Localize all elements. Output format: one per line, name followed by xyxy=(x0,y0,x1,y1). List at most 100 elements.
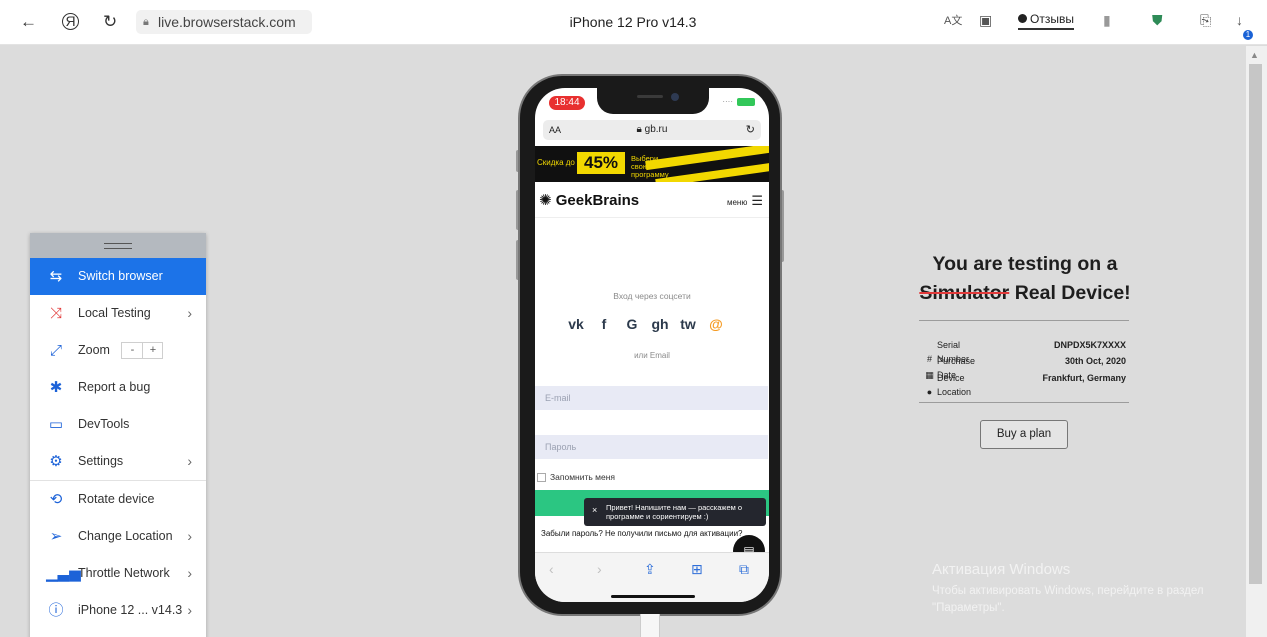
banner-text: Скидка до xyxy=(537,158,575,167)
purchase-date-row: ▦Purchase Date 30th Oct, 2020 xyxy=(922,354,1128,380)
github-icon[interactable]: gh xyxy=(646,316,674,332)
drag-handle-icon xyxy=(104,243,132,249)
switch-browser-button[interactable]: ⇆ Switch browser xyxy=(30,258,206,295)
serial-row: #Serial Number DNPDX5K7XXXX xyxy=(922,338,1128,364)
hamburger-icon: ☰ xyxy=(751,193,763,208)
facebook-icon[interactable]: f xyxy=(590,316,618,332)
live-toolbar: ⇆ Switch browser ⤨ Local Testing › ⤢ Zoo… xyxy=(30,233,206,637)
promo-banner[interactable]: Скидка до 45% Выбери свою программу xyxy=(535,146,769,182)
lock-icon: 🔒︎ xyxy=(143,16,149,28)
divider xyxy=(919,320,1129,321)
mail-ru-icon[interactable]: @ xyxy=(702,316,730,332)
reload-icon[interactable]: ↻ xyxy=(103,13,117,31)
buy-plan-button[interactable]: Buy a plan xyxy=(980,420,1068,449)
translate-icon[interactable]: A文 xyxy=(944,12,962,28)
banner-percent: 45% xyxy=(577,152,625,174)
bookmark-icon[interactable]: ▮ xyxy=(1103,12,1111,29)
extension-icon[interactable]: ▣ xyxy=(979,12,992,29)
status-time: 18:44 xyxy=(549,96,585,110)
battery-icon xyxy=(737,98,755,106)
toolbar-drag-handle[interactable] xyxy=(30,233,206,258)
change-location-button[interactable]: ➢ Change Location › xyxy=(30,518,206,555)
reviews-button[interactable]: Отзывы xyxy=(1018,12,1074,30)
device-screen[interactable]: 18:44 ···· AA 🔒︎ gb.ru ↻ Скидка до 45% В… xyxy=(535,88,769,602)
site-logo[interactable]: ✺ GeekBrains xyxy=(539,191,639,209)
rotate-device-button[interactable]: ⟲ Rotate device xyxy=(30,481,206,518)
devtools-icon: ▭ xyxy=(48,416,64,433)
address-bar[interactable]: 🔒︎ live.browserstack.com xyxy=(136,10,312,34)
close-icon[interactable]: × xyxy=(592,506,597,515)
chevron-right-icon: › xyxy=(187,453,192,469)
testing-on-title: You are testing on a Simulator Real Devi… xyxy=(919,253,1131,304)
page-title: iPhone 12 Pro v14.3 xyxy=(569,14,697,30)
tabs-icon[interactable]: ⧉ xyxy=(739,561,749,578)
password-field[interactable]: Пароль xyxy=(535,435,768,459)
bug-icon: ✱ xyxy=(49,379,63,396)
safari-bottom-bar: ‹ › ⇪ ⊞ ⧉ xyxy=(535,552,769,602)
signal-icon: ···· xyxy=(722,97,733,106)
safari-url-bar[interactable]: AA 🔒︎ gb.ru ↻ xyxy=(543,120,761,140)
shield-extension-icon[interactable]: ⛊ xyxy=(1152,12,1163,29)
back-arrow-icon[interactable]: ← xyxy=(20,13,37,31)
devtools-button[interactable]: ▭ DevTools xyxy=(30,406,206,443)
home-indicator xyxy=(611,595,695,598)
divider xyxy=(919,402,1129,403)
back-icon[interactable]: ‹ xyxy=(549,561,554,577)
speaker xyxy=(637,95,663,98)
chevron-right-icon: › xyxy=(187,565,192,581)
social-login-title: Вход через соцсети xyxy=(613,291,691,301)
local-testing-button[interactable]: ⤨ Local Testing › xyxy=(30,295,206,332)
vk-icon[interactable]: vk xyxy=(562,316,590,332)
google-icon[interactable]: G xyxy=(618,316,646,332)
social-login-buttons: vk f Ggh tw @ xyxy=(562,316,742,338)
zoom-in-button[interactable]: + xyxy=(142,343,162,359)
email-field[interactable]: E-mail xyxy=(535,386,768,410)
reader-icon[interactable]: ⎘ xyxy=(1200,12,1211,29)
chat-tooltip: × Привет! Напишите нам — расскажем о про… xyxy=(584,498,766,526)
chevron-right-icon: › xyxy=(187,602,192,618)
windows-activation-text: Чтобы активировать Windows, перейдите в … xyxy=(932,585,1204,614)
download-count-badge: 1 xyxy=(1243,30,1253,40)
checkbox-icon xyxy=(537,473,546,483)
reload-icon[interactable]: ↻ xyxy=(746,120,755,140)
local-testing-icon: ⤨ xyxy=(49,305,62,322)
menu-button[interactable]: меню ☰ xyxy=(727,193,763,209)
chevron-right-icon: › xyxy=(187,528,192,544)
report-bug-button[interactable]: ✱ Report a bug xyxy=(30,369,206,406)
settings-button[interactable]: ⚙ Settings › xyxy=(30,443,206,480)
zoom-control: ⤢ Zoom - + xyxy=(30,332,206,369)
phone-notch xyxy=(597,88,709,114)
comment-icon xyxy=(1018,14,1027,23)
forward-icon[interactable]: › xyxy=(597,561,602,577)
bookmarks-icon[interactable]: ⊞ xyxy=(691,561,703,578)
struck-simulator: Simulator xyxy=(919,282,1010,304)
switch-browser-icon: ⇆ xyxy=(49,268,63,285)
phone-cable xyxy=(640,614,660,637)
device-location-row: ●Device Location Frankfurt, Germany xyxy=(922,371,1128,397)
twitter-icon[interactable]: tw xyxy=(674,316,702,332)
info-icon: ⓘ xyxy=(48,602,64,619)
url-domain: 🔒︎ gb.ru xyxy=(636,124,668,135)
device-info-button[interactable]: ⓘ iPhone 12 ... v14.3 › xyxy=(30,592,206,629)
browser-toolbar: ← Я ↻ 🔒︎ live.browserstack.com iPhone 12… xyxy=(0,0,1267,45)
windows-activation-title: Активация Windows xyxy=(932,561,1071,578)
remember-checkbox[interactable]: Запомнить меня xyxy=(537,472,615,483)
download-icon[interactable]: ↓ xyxy=(1236,12,1243,28)
banner-cta: Выбери свою программу xyxy=(631,154,669,179)
zoom-icon: ⤢ xyxy=(49,342,62,359)
site-header: ✺ GeekBrains меню ☰ xyxy=(535,182,769,218)
scroll-up-icon[interactable]: ▲ xyxy=(1250,50,1259,60)
forgot-links[interactable]: Забыли пароль? Не получили письмо для ак… xyxy=(541,529,742,538)
throttle-network-button[interactable]: ▁▃▅ Throttle Network › xyxy=(30,555,206,592)
yandex-icon[interactable]: Я xyxy=(62,13,79,30)
network-bars-icon: ▁▃▅ xyxy=(46,565,81,582)
location-arrow-icon: ➢ xyxy=(49,528,63,545)
chevron-right-icon: › xyxy=(187,305,192,321)
location-pin-icon: ● xyxy=(926,387,933,397)
phone-power-button xyxy=(780,190,784,262)
zoom-out-button[interactable]: - xyxy=(122,343,142,358)
zoom-stepper: - + xyxy=(121,342,164,360)
share-icon[interactable]: ⇪ xyxy=(644,561,656,578)
scrollbar-thumb[interactable] xyxy=(1249,64,1262,584)
camera-icon xyxy=(671,93,679,101)
